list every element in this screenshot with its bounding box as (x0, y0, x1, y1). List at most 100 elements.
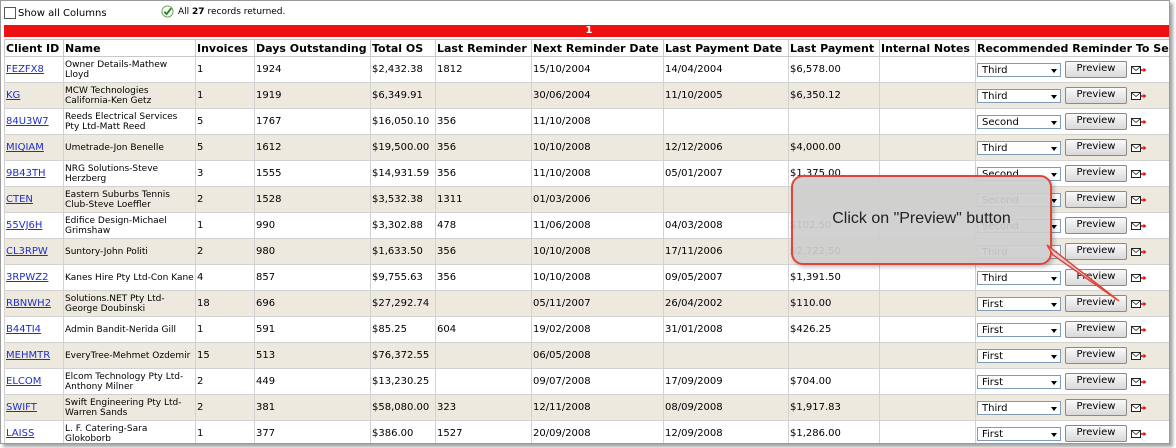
internal-notes-cell[interactable] (879, 264, 976, 291)
reminder-type-select[interactable]: First (977, 348, 1061, 363)
client-id-link[interactable]: ELCOM (6, 376, 41, 387)
next-reminder-date-cell: 20/09/2008 (533, 428, 591, 439)
preview-button[interactable]: Preview (1065, 139, 1127, 156)
client-id-link[interactable]: CTEN (6, 194, 33, 205)
client-id-link[interactable]: FEZFX8 (6, 64, 44, 75)
reminder-type-select[interactable]: Third (977, 62, 1061, 77)
send-email-icon[interactable] (1131, 117, 1147, 127)
client-id-link[interactable]: MIQIAM (6, 142, 44, 153)
reminder-type-select[interactable]: Third (977, 270, 1061, 285)
last-reminder-cell: 1527 (437, 428, 463, 439)
reminder-type-select[interactable]: Third (977, 140, 1061, 155)
preview-button[interactable]: Preview (1065, 399, 1127, 416)
internal-notes-cell[interactable] (879, 56, 976, 83)
reminder-type-select[interactable]: First (977, 322, 1061, 337)
client-id-cell: SWIFT (4, 394, 64, 421)
internal-notes-cell[interactable] (879, 420, 976, 443)
send-email-icon[interactable] (1131, 221, 1147, 231)
send-email-icon[interactable] (1131, 299, 1147, 309)
show-all-columns-checkbox[interactable] (4, 7, 16, 19)
send-email-icon[interactable] (1131, 351, 1147, 361)
column-header-last-reminder[interactable]: Last Reminder (435, 39, 532, 57)
client-id-link[interactable]: MEHMTR (6, 350, 50, 361)
client-id-link[interactable]: LAISS (6, 428, 34, 439)
preview-button[interactable]: Preview (1065, 217, 1127, 234)
total-os-cell: $58,080.00 (372, 402, 430, 413)
page-number[interactable]: 1 (586, 25, 593, 36)
client-id-cell: MEHMTR (4, 342, 64, 369)
column-header-last-payment[interactable]: Last Payment (788, 39, 880, 57)
client-id-link[interactable]: 55VJ6H (6, 220, 42, 231)
column-header-client-id[interactable]: Client ID (4, 39, 64, 57)
next-reminder-date-cell: 11/10/2008 (531, 108, 664, 135)
invoices-cell: 1 (197, 90, 204, 101)
internal-notes-cell[interactable] (879, 134, 976, 161)
invoices-cell: 1 (197, 220, 204, 231)
reminder-type-select[interactable]: First (977, 426, 1061, 441)
next-reminder-date-cell: 09/07/2008 (533, 376, 591, 387)
column-header-internal-notes[interactable]: Internal Notes (879, 39, 976, 57)
column-header-recommended-reminder[interactable]: Recommended Reminder To Send (975, 39, 1169, 57)
last-reminder-cell: 478 (437, 220, 457, 231)
preview-button[interactable]: Preview (1065, 295, 1127, 312)
send-email-icon[interactable] (1131, 143, 1147, 153)
preview-button[interactable]: Preview (1065, 243, 1127, 260)
internal-notes-cell[interactable] (879, 342, 976, 369)
last-payment-date-cell: 31/01/2008 (665, 324, 723, 335)
column-header-name[interactable]: Name (63, 39, 196, 57)
last-payment-cell: $6,578.00 (788, 56, 880, 83)
preview-button[interactable]: Preview (1065, 347, 1127, 364)
send-email-icon[interactable] (1131, 325, 1147, 335)
internal-notes-cell[interactable] (879, 316, 976, 343)
preview-button[interactable]: Preview (1065, 425, 1127, 442)
client-id-link[interactable]: CL3RPW (6, 246, 48, 257)
reminder-type-select[interactable]: First (977, 296, 1061, 311)
preview-button[interactable]: Preview (1065, 87, 1127, 104)
internal-notes-cell[interactable] (879, 368, 976, 395)
send-email-icon[interactable] (1131, 247, 1147, 257)
send-email-icon[interactable] (1131, 169, 1147, 179)
send-email-icon[interactable] (1131, 403, 1147, 413)
client-id-link[interactable]: 3RPWZ2 (6, 272, 48, 283)
client-name: L. F. Catering-Sara Glokoborb (63, 420, 196, 443)
column-header-days-outstanding[interactable]: Days Outstanding (254, 39, 371, 57)
send-email-icon[interactable] (1131, 195, 1147, 205)
column-header-invoices[interactable]: Invoices (195, 39, 255, 57)
internal-notes-cell[interactable] (879, 82, 976, 109)
column-header-total-os[interactable]: Total OS (370, 39, 436, 57)
invoices-cell: 15 (195, 342, 255, 369)
days-outstanding-cell: 591 (254, 316, 371, 343)
preview-button[interactable]: Preview (1065, 373, 1127, 390)
column-header-next-reminder-date[interactable]: Next Reminder Date (531, 39, 664, 57)
reminder-type-select[interactable]: First (977, 374, 1061, 389)
column-header-last-payment-date[interactable]: Last Payment Date (663, 39, 789, 57)
reminder-type-select[interactable]: Second (977, 114, 1061, 129)
send-email-icon[interactable] (1131, 65, 1147, 75)
send-email-icon[interactable] (1131, 377, 1147, 387)
reminder-type-select[interactable]: Third (977, 400, 1061, 415)
client-id-link[interactable]: RBNWH2 (6, 298, 51, 309)
send-email-icon[interactable] (1131, 91, 1147, 101)
client-id-link[interactable]: 9B43TH (6, 168, 46, 179)
client-id-link[interactable]: B44TI4 (6, 324, 41, 335)
preview-button[interactable]: Preview (1065, 113, 1127, 130)
client-id-link[interactable]: KG (6, 90, 20, 101)
preview-button[interactable]: Preview (1065, 269, 1127, 286)
days-outstanding-cell: 1528 (256, 194, 282, 205)
reminder-type-select[interactable]: Third (977, 88, 1061, 103)
next-reminder-date-cell: 05/11/2007 (531, 290, 664, 317)
send-email-icon[interactable] (1131, 429, 1147, 439)
internal-notes-cell[interactable] (879, 290, 976, 317)
client-name: Owner Details-Mathew Lloyd (63, 56, 196, 83)
preview-button[interactable]: Preview (1065, 61, 1127, 78)
show-all-columns-toggle[interactable]: Show all Columns (4, 7, 107, 19)
client-name: Owner Details-Mathew Lloyd (65, 59, 168, 80)
internal-notes-cell[interactable] (879, 108, 976, 135)
client-id-link[interactable]: SWIFT (6, 402, 37, 413)
preview-button[interactable]: Preview (1065, 191, 1127, 208)
send-email-icon[interactable] (1131, 273, 1147, 283)
client-id-link[interactable]: 84U3W7 (6, 116, 49, 127)
preview-button[interactable]: Preview (1065, 165, 1127, 182)
internal-notes-cell[interactable] (879, 394, 976, 421)
preview-button[interactable]: Preview (1065, 321, 1127, 338)
